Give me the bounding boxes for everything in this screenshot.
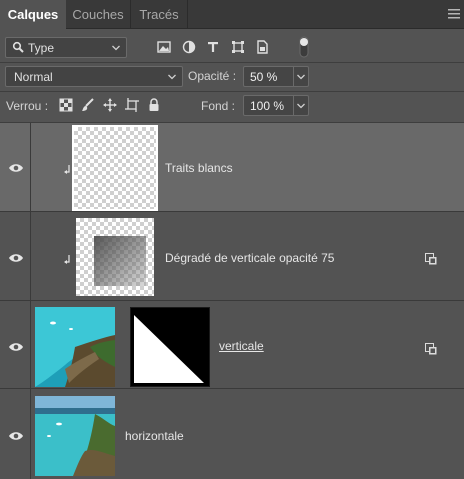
shape-filter-icon[interactable] xyxy=(230,39,246,55)
chevron-down-icon xyxy=(297,103,305,109)
layer-photo-thumbnail[interactable] xyxy=(35,307,115,387)
layer-row-verticale[interactable]: verticale xyxy=(0,301,464,389)
layer-row-horizontale[interactable]: horizontale xyxy=(0,389,464,479)
layer-thumbnail[interactable] xyxy=(76,218,154,296)
gradient-preview xyxy=(94,236,146,286)
eye-icon[interactable] xyxy=(8,341,24,353)
divider xyxy=(0,91,464,92)
tab-traces[interactable]: Tracés xyxy=(131,0,188,29)
fill-dropdown-button[interactable] xyxy=(294,95,309,116)
layer-name[interactable]: Traits blancs xyxy=(165,161,233,175)
eye-icon[interactable] xyxy=(8,252,24,264)
blend-mode-value: Normal xyxy=(14,70,53,84)
chevron-down-icon xyxy=(297,74,305,80)
lock-position-icon[interactable] xyxy=(103,98,117,112)
fill-field[interactable]: 100 % xyxy=(243,95,294,116)
chevron-down-icon xyxy=(168,74,176,80)
smart-object-badge-icon xyxy=(425,343,437,355)
eye-icon[interactable] xyxy=(8,430,24,442)
divider xyxy=(0,62,464,63)
hamburger-menu-icon[interactable] xyxy=(448,8,460,20)
opacity-dropdown-button[interactable] xyxy=(294,66,309,87)
filter-kind-select[interactable]: Type xyxy=(5,37,127,58)
chevron-down-icon xyxy=(112,45,120,51)
image-filter-icon[interactable] xyxy=(156,39,172,55)
lock-all-icon[interactable] xyxy=(147,98,161,112)
smart-object-filter-icon[interactable] xyxy=(254,39,270,55)
blend-mode-select[interactable]: Normal xyxy=(5,66,183,87)
clipping-mask-arrow-icon xyxy=(64,255,70,264)
opacity-label: Opacité : xyxy=(188,69,237,83)
opacity-field[interactable]: 50 % xyxy=(243,66,294,87)
fill-value: 100 % xyxy=(250,99,285,113)
layer-mask-thumbnail[interactable] xyxy=(130,307,210,387)
opacity-value: 50 % xyxy=(250,70,278,84)
tab-couches[interactable]: Couches xyxy=(66,0,131,29)
tab-calques[interactable]: Calques xyxy=(0,0,66,30)
layer-row-traits-blancs[interactable]: Traits blancs xyxy=(0,123,464,212)
layer-name[interactable]: verticale xyxy=(219,339,264,353)
adjustment-filter-icon[interactable] xyxy=(181,39,197,55)
lock-label: Verrou : xyxy=(6,99,49,113)
layer-thumbnail[interactable] xyxy=(72,125,158,211)
layer-photo-thumbnail[interactable] xyxy=(35,396,115,476)
lock-artboard-icon[interactable] xyxy=(125,98,139,112)
filter-toggle-switch[interactable] xyxy=(299,36,309,58)
panel-tab-bar: Calques Couches Tracés xyxy=(0,0,464,30)
search-icon xyxy=(12,41,24,53)
layer-name[interactable]: Dégradé de verticale opacité 75 xyxy=(165,251,334,265)
type-filter-icon[interactable] xyxy=(205,39,221,55)
clipping-mask-arrow-icon xyxy=(64,165,70,174)
lock-image-pixels-icon[interactable] xyxy=(81,98,95,112)
lock-transparent-pixels-icon[interactable] xyxy=(59,98,73,112)
filter-kind-label: Type xyxy=(28,41,55,55)
layer-row-degrade[interactable]: Dégradé de verticale opacité 75 xyxy=(0,212,464,301)
layer-name[interactable]: horizontale xyxy=(125,429,184,443)
smart-object-badge-icon xyxy=(425,253,437,265)
fill-label: Fond : xyxy=(201,99,236,113)
eye-icon[interactable] xyxy=(8,162,24,174)
